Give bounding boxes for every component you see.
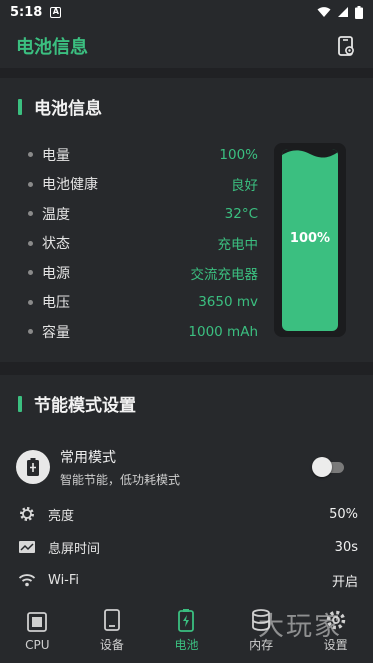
info-row-voltage: 电压 3650 mv xyxy=(28,288,258,318)
nav-label: CPU xyxy=(25,637,50,652)
mode-toggle[interactable] xyxy=(312,457,346,477)
battery-info-heading: 电池信息 xyxy=(18,94,102,119)
wifi-icon xyxy=(18,574,36,587)
app-title: 电池信息 xyxy=(16,37,88,58)
status-icons xyxy=(317,5,363,19)
setting-value: 50% xyxy=(329,506,358,522)
watermark-logo: 大玩家 xyxy=(258,612,343,642)
bullet-dot xyxy=(28,240,33,246)
cell-signal-icon xyxy=(338,7,348,17)
bullet-dot xyxy=(28,181,33,187)
battery-info-title: 电池信息 xyxy=(34,99,102,119)
info-label: 电池健康 xyxy=(42,177,98,194)
info-label: 电量 xyxy=(42,147,70,164)
battery-icon xyxy=(178,609,195,632)
phone-settings-icon[interactable] xyxy=(335,35,357,57)
battery-level-label: 100% xyxy=(289,231,331,246)
power-saving-title: 节能模式设置 xyxy=(34,396,136,416)
setting-label: 息屏时间 xyxy=(48,541,101,557)
info-value: 充电中 xyxy=(217,237,259,254)
info-label: 容量 xyxy=(42,324,70,341)
cpu-icon xyxy=(27,611,48,632)
info-label: 温度 xyxy=(42,206,70,223)
notification-a-icon: A xyxy=(50,6,62,18)
mode-text: 常用模式 智能节能，低功耗模式 xyxy=(60,447,180,488)
setting-label: 亮度 xyxy=(48,508,75,524)
nav-item-device[interactable]: 设备 xyxy=(75,598,150,663)
battery-info-list: 电量 100% 电池健康 良好 温度 32°C 状态 充电中 电源 交流充电器 … xyxy=(28,140,258,347)
battery-info-card: 电池信息 电量 100% 电池健康 良好 温度 32°C 状态 充电中 电源 交… xyxy=(0,78,373,362)
bullet-dot xyxy=(28,211,33,217)
wifi-signal-icon xyxy=(317,7,331,17)
heading-accent-bar xyxy=(18,98,22,115)
info-row-status: 状态 充电中 xyxy=(28,229,258,259)
info-label: 电压 xyxy=(42,295,70,312)
battery-level-gauge: 100% xyxy=(274,143,346,337)
app-bar: 电池信息 xyxy=(0,24,373,68)
bullet-dot xyxy=(28,329,33,335)
setting-wifi[interactable]: Wi-Fi 开启 xyxy=(18,568,358,592)
nav-label: 设备 xyxy=(99,638,124,652)
info-value: 良好 xyxy=(231,178,258,195)
bullet-dot xyxy=(28,152,33,158)
power-saving-card: 节能模式设置 常用模式 智能节能，低功耗模式 亮度 50% 息屏时间 30s W… xyxy=(0,375,373,603)
info-value: 100% xyxy=(219,146,258,163)
common-mode-row[interactable]: 常用模式 智能节能，低功耗模式 xyxy=(16,447,356,487)
battery-mode-icon xyxy=(16,450,50,484)
status-bar: 5:18 A xyxy=(0,0,373,24)
heading-accent-bar xyxy=(18,395,22,412)
setting-screen-timeout[interactable]: 息屏时间 30s xyxy=(18,535,358,559)
info-label: 状态 xyxy=(42,236,70,253)
info-value: 交流充电器 xyxy=(190,266,259,283)
toggle-knob xyxy=(312,457,332,477)
bullet-dot xyxy=(28,270,33,276)
setting-value: 开启 xyxy=(331,574,358,590)
nav-label: 电池 xyxy=(174,638,199,652)
setting-brightness[interactable]: 亮度 50% xyxy=(18,502,358,526)
info-row-capacity: 容量 1000 mAh xyxy=(28,317,258,347)
setting-value: 30s xyxy=(334,539,358,555)
battery-status-icon xyxy=(355,5,363,19)
info-label: 电源 xyxy=(42,265,70,282)
info-value: 1000 mAh xyxy=(188,323,258,340)
info-row-level: 电量 100% xyxy=(28,140,258,170)
bullet-dot xyxy=(28,299,33,305)
mode-name: 常用模式 xyxy=(60,449,116,466)
status-time: 5:18 xyxy=(10,4,43,20)
setting-label: Wi-Fi xyxy=(48,572,80,588)
info-row-temperature: 温度 32°C xyxy=(28,199,258,229)
power-saving-heading: 节能模式设置 xyxy=(18,391,136,416)
screen-timeout-icon xyxy=(19,541,35,553)
gear-icon xyxy=(20,507,34,521)
info-value: 32°C xyxy=(224,205,258,222)
info-row-power-source: 电源 交流充电器 xyxy=(28,258,258,288)
info-value: 3650 mv xyxy=(198,294,258,311)
battery-wave-icon xyxy=(282,149,338,158)
nav-item-cpu[interactable]: CPU xyxy=(0,598,75,663)
info-row-health: 电池健康 良好 xyxy=(28,170,258,200)
nav-item-battery[interactable]: 电池 xyxy=(149,598,224,663)
mode-description: 智能节能，低功耗模式 xyxy=(60,472,181,487)
device-icon xyxy=(103,609,120,631)
